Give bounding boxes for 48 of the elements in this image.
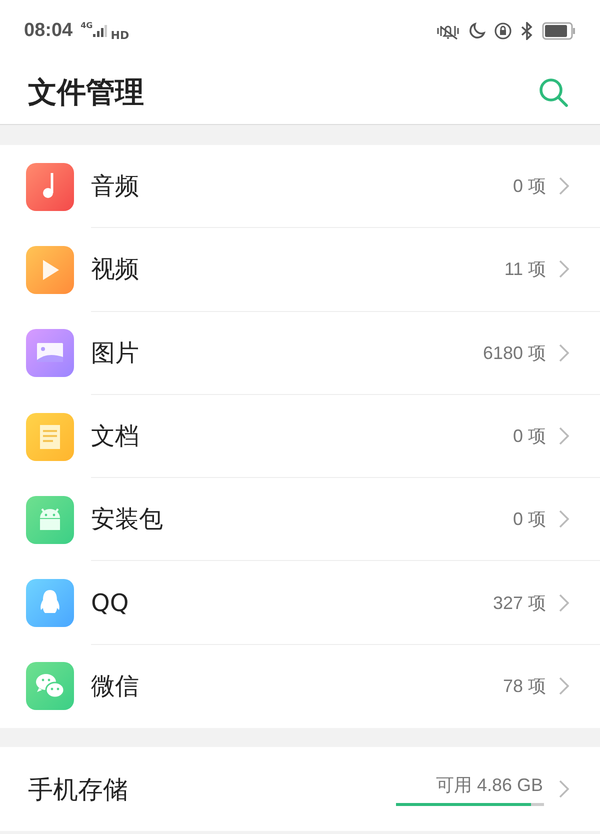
chevron-icon [558,592,570,613]
bluetooth-icon [520,22,534,40]
item-count: 0 项 [512,508,546,532]
category-label: 音频 [91,171,140,202]
chevron-icon [558,509,570,530]
android-icon [26,496,74,544]
category-item[interactable]: 视频 11 项 [0,228,600,312]
category-label: 微信 [91,671,140,702]
item-count: 78 项 [502,675,546,698]
category-item[interactable]: 图片 6180 项 [0,312,600,395]
item-count: 0 项 [512,175,546,198]
item-count: 327 项 [492,592,546,615]
chat-bubbles-icon [26,662,74,710]
chevron-icon [558,342,570,363]
chevron-icon [558,426,570,446]
category-label: 视频 [91,254,140,286]
category-label: 安装包 [91,504,164,536]
battery-icon [542,22,576,40]
penguin-icon [26,579,74,628]
chevron-icon [558,176,570,196]
chevron-icon [558,676,570,696]
item-count: 0 项 [512,425,546,448]
storage-label: 手机存储 [28,774,129,806]
hd-indicator: HD [110,28,130,42]
page-title: 文件管理 [28,74,144,111]
chevron-icon [558,779,570,800]
category-label: QQ [91,588,130,617]
category-item[interactable]: 文档 0 项 [0,394,600,478]
signal-icon [92,24,107,38]
music-note-icon [26,162,74,211]
chevron-icon [558,259,570,280]
category-label: 图片 [91,338,140,369]
search-icon[interactable] [538,77,570,109]
image-icon [26,329,74,378]
category-item[interactable]: 音频 0 项 [0,145,600,228]
category-item[interactable]: 微信 78 项 [0,644,600,728]
rotation-lock-icon [494,22,512,40]
available-space: 可用 4.86 GB [436,774,543,797]
document-icon [26,412,74,461]
item-count: 11 项 [504,258,546,282]
clock: 08:04 [24,20,73,42]
category-item[interactable]: 安装包 0 项 [0,478,600,562]
category-label: 文档 [91,421,140,452]
play-icon [26,246,74,294]
category-item[interactable]: QQ 327 项 [0,561,600,645]
moon-icon [468,22,486,40]
item-count: 6180 项 [482,342,546,365]
network-type: 4G [80,21,93,30]
